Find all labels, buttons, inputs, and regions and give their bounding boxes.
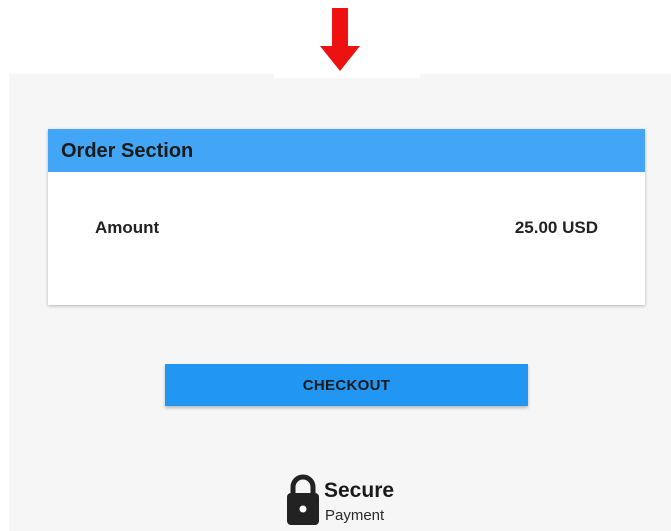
- secure-subtitle: Payment: [325, 507, 385, 524]
- amount-label: Amount: [95, 218, 160, 237]
- lock-icon: [286, 474, 320, 526]
- checkout-button[interactable]: CHECKOUT: [165, 364, 528, 406]
- amount-value: 25.00 USD: [514, 218, 598, 237]
- secure-title: Secure: [324, 479, 395, 502]
- panel-notch: [274, 72, 420, 78]
- amount-row: Amount 25.00 USD: [95, 218, 598, 238]
- secure-payment-badge: Secure Payment: [286, 474, 416, 531]
- order-section-title: Order Section: [48, 129, 645, 172]
- down-arrow-icon: [318, 8, 362, 72]
- order-section-card: Order Section Amount 25.00 USD: [48, 129, 645, 305]
